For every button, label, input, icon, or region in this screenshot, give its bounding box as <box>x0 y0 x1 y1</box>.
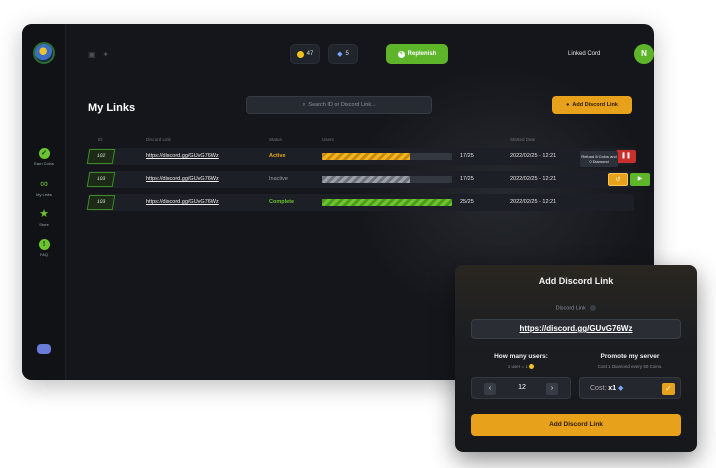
linked-account-label: Linked Cord <box>568 51 601 57</box>
promote-toggle[interactable]: Cost: x1 ◆ ✓ <box>579 377 681 399</box>
sidebar-item-store[interactable]: ★ Store <box>22 208 66 227</box>
column-header-link: Discord Link <box>146 137 171 142</box>
star-icon: ★ <box>39 208 49 220</box>
pause-button[interactable]: ❚❚ <box>616 150 636 163</box>
modal-title: Add Discord Link <box>538 276 614 286</box>
table-header: ID Discord Link Status Users Started Dat… <box>88 137 634 145</box>
table-row[interactable]: 103 https://discord.gg/GUvG76Wz Complete… <box>86 194 634 211</box>
top-bar: ▣ ✦ 47 ◆ 5 + Replenish Linked Cord N <box>66 24 654 78</box>
row-link[interactable]: https://discord.gg/GUvG76Wz <box>146 176 219 182</box>
sidebar-item-label: FAQ <box>39 252 48 257</box>
coins-balance: 47 <box>290 44 320 64</box>
promote-heading: Promote my server <box>600 353 660 360</box>
increment-button[interactable]: › <box>546 383 558 395</box>
cost-label: Cost: <box>590 385 607 392</box>
diamonds-balance: ◆ 5 <box>328 44 358 64</box>
discord-icon[interactable] <box>37 344 51 354</box>
users-heading: How many users: <box>494 353 548 360</box>
diamonds-value: 5 <box>345 51 349 57</box>
progress-bar <box>322 199 452 206</box>
link-icon: ∞ <box>40 178 48 190</box>
row-count: 25/25 <box>460 199 474 205</box>
help-icon[interactable] <box>590 305 597 311</box>
page-title: My Links <box>88 102 136 114</box>
status-badge: Complete <box>269 199 295 205</box>
diamond-icon: ◆ <box>618 385 624 392</box>
refund-button[interactable]: ↺ <box>608 173 628 186</box>
sidebar-item-my-links[interactable]: ∞ My Links <box>22 178 66 197</box>
cost-text: Cost: x1 ◆ <box>590 384 623 392</box>
sidebar-item-faq[interactable]: ! FAQ <box>22 239 66 257</box>
discord-icon: ● <box>566 102 570 108</box>
coins-value: 47 <box>306 51 314 57</box>
table-row[interactable]: 103 https://discord.gg/GUvG76Wz Inactive… <box>86 171 650 188</box>
row-count: 17/25 <box>460 153 474 159</box>
column-header-id: ID <box>98 137 103 142</box>
search-icon: ⌕ <box>302 101 306 108</box>
sidebar-item-label: Store <box>39 222 49 227</box>
add-discord-link-label: Add Discord Link <box>572 102 618 108</box>
diamond-icon: ◆ <box>337 51 343 58</box>
brand-logo[interactable] <box>33 42 55 64</box>
submit-add-link-button[interactable]: Add Discord Link <box>471 414 681 436</box>
social-icons: ▣ ✦ <box>88 50 109 59</box>
play-button[interactable]: ▶ <box>630 173 650 186</box>
twitter-icon[interactable]: ✦ <box>102 50 109 59</box>
discord-link-label: Discord Link <box>455 305 697 311</box>
progress-fill <box>322 199 452 206</box>
status-badge: Inactive <box>269 176 288 182</box>
refund-tooltip: Refund 8 Coins and 0 Diamond <box>580 151 618 167</box>
replenish-label: Replenish <box>407 51 437 57</box>
discord-link-input[interactable]: https://discord.gg/GUvG76Wz <box>471 319 681 339</box>
users-subtext-text: 1 user = 1 <box>507 364 528 369</box>
search-placeholder: Search ID or Discord Link... <box>308 102 376 108</box>
sidebar-item-label: My Links <box>36 192 52 197</box>
instagram-icon[interactable]: ▣ <box>88 50 96 59</box>
earn-coins-icon: ✓ <box>38 148 50 159</box>
row-link[interactable]: https://discord.gg/GUvG76Wz <box>146 153 219 159</box>
search-input[interactable]: ⌕ Search ID or Discord Link... <box>246 96 432 114</box>
progress-fill <box>322 153 411 160</box>
sidebar-item-label: Earn Coins <box>34 161 54 166</box>
column-header-date: Started Date <box>510 137 536 142</box>
row-date: 2022/02/25 - 12:21 <box>510 153 557 159</box>
help-icon: ! <box>38 239 50 250</box>
cost-value: x1 <box>608 385 617 392</box>
row-count: 17/25 <box>460 176 474 182</box>
sidebar: ✓ Earn Coins ∞ My Links ★ Store ! FAQ <box>22 24 66 380</box>
progress-bar <box>322 153 452 160</box>
row-id: 102 <box>86 149 116 164</box>
users-stepper: ‹ 12 › <box>471 377 571 399</box>
avatar[interactable]: N <box>634 44 654 64</box>
row-id: 103 <box>86 195 116 210</box>
add-discord-link-button[interactable]: ● Add Discord Link <box>552 96 632 114</box>
add-discord-link-modal: Add Discord Link Discord Link https://di… <box>455 265 697 452</box>
coin-icon <box>296 50 304 58</box>
row-link[interactable]: https://discord.gg/GUvG76Wz <box>146 199 219 205</box>
replenish-button[interactable]: + Replenish <box>386 44 448 64</box>
row-date: 2022/02/25 - 12:21 <box>510 176 557 182</box>
sidebar-item-earn-coins[interactable]: ✓ Earn Coins <box>22 148 66 166</box>
progress-fill <box>322 176 411 183</box>
row-date: 2022/02/25 - 12:21 <box>510 199 557 205</box>
plus-icon: + <box>397 50 405 58</box>
column-header-users: Users <box>322 137 334 142</box>
users-subtext: 1 user = 1 <box>471 364 571 370</box>
coin-icon <box>529 364 535 370</box>
promote-checkbox[interactable]: ✓ <box>662 383 675 395</box>
status-badge: Active <box>269 153 286 159</box>
column-header-status: Status <box>269 137 282 142</box>
row-id: 103 <box>86 172 116 187</box>
progress-bar <box>322 176 452 183</box>
discord-link-label-text: Discord Link <box>555 305 586 312</box>
table-row[interactable]: 102 https://discord.gg/GUvG76Wz Active 1… <box>86 148 636 165</box>
promote-subtext: Cost 1 Diamond every 50 Coins. <box>597 364 663 369</box>
